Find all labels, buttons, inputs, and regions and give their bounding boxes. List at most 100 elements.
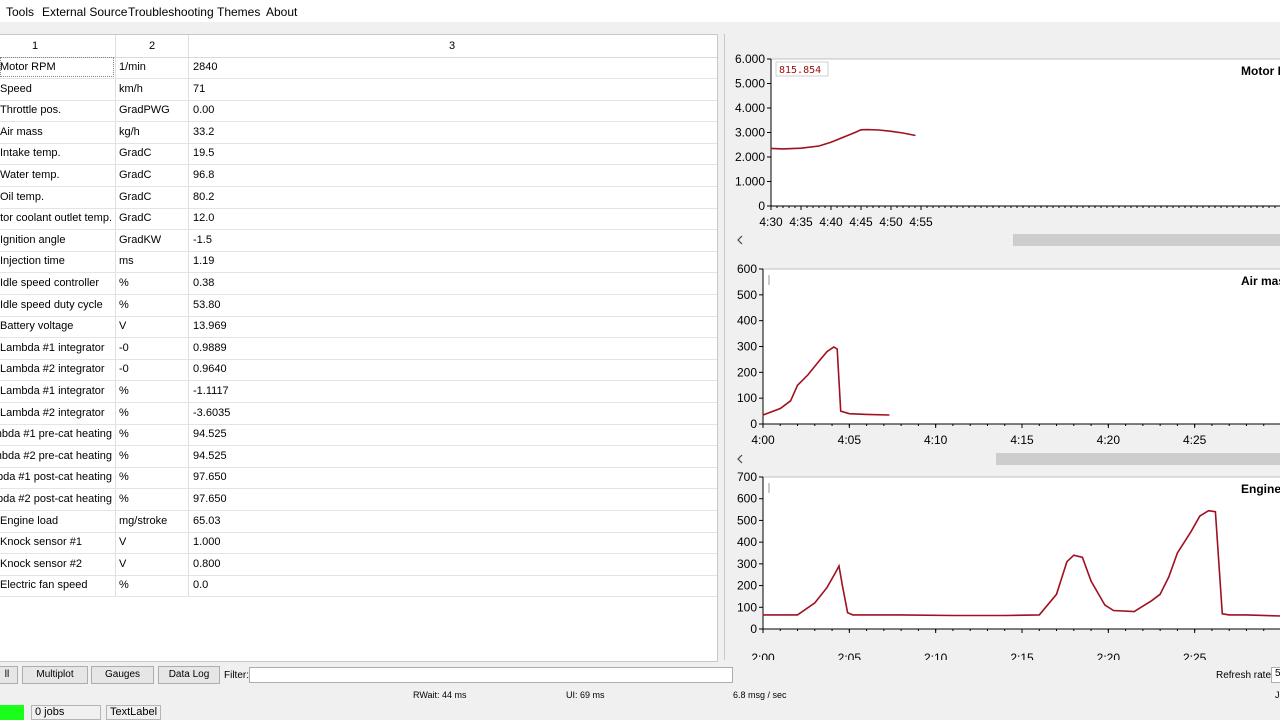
unit-cell: GradC (119, 147, 152, 160)
plot-0: 6.000 5.000 4.000 3.000 2.000 1.000 0 4:30 4:35 4… (733, 52, 1280, 247)
data-log-button[interactable]: Data Log (158, 666, 220, 684)
sensor-name: Engine load (0, 514, 59, 527)
table-row[interactable]: Intake temp. GradC 19.5 (0, 143, 717, 166)
menu-about[interactable]: About (266, 5, 297, 19)
table-row[interactable]: Lambda #1 post-cat heating% 97.650 (0, 467, 717, 490)
column-header-3[interactable]: 3 (449, 40, 455, 52)
table-row[interactable]: Lambda #2 integrator -0 0.9640 (0, 359, 717, 382)
scrollbar-thumb[interactable] (996, 453, 1280, 465)
all-button[interactable]: ll (0, 666, 18, 684)
sensor-name: Lambda #2 integrator (0, 406, 105, 419)
y-tick-label: 100 (737, 600, 757, 614)
data-point (1228, 614, 1230, 616)
filter-input[interactable] (249, 667, 733, 683)
plot-area (770, 58, 1280, 207)
table-row[interactable]: Lambda #1 integrator -0 0.9889 (0, 338, 717, 360)
y-tick-label: 500 (737, 513, 757, 527)
menu-themes[interactable]: Themes (217, 5, 260, 19)
sensor-name-cell: Knock sensor #1 (0, 532, 112, 553)
data-point (1199, 515, 1201, 517)
y-tick-label: 300 (737, 557, 757, 571)
table-row[interactable]: Lambda #2 post-cat heating% 97.650 (0, 489, 717, 511)
plot-1: 600 500 400 300 200 100 0 4:00 4:05 4:10 4:15 4:20 4… (733, 262, 1280, 466)
jobs-counter: 0 jobs (31, 705, 101, 720)
refresh-rate-input[interactable]: 5 (1271, 667, 1280, 683)
sensor-name-cell: Lambda #1 integrator (0, 381, 112, 402)
sensor-name: Water temp. (0, 169, 60, 181)
y-tick-label: 4.000 (735, 101, 765, 115)
sensor-name: Lambda #1 integrator (0, 385, 105, 397)
sensor-name: Idle speed duty cycle (0, 298, 103, 311)
table-row[interactable]: Throttle pos. GradPWG 0.00 (0, 100, 717, 123)
table-row[interactable]: Idle speed duty cycle% 53.80 (0, 295, 717, 317)
multiplot-button[interactable]: Multiplot (22, 666, 88, 684)
scrollbar-thumb[interactable] (1013, 234, 1280, 246)
selected-cell (0, 57, 114, 77)
table-row[interactable]: Water temp. GradC 96.8 (0, 165, 717, 187)
x-tick-label: 4:55 (909, 215, 933, 229)
table-row[interactable]: Knock sensor #1 V 1.000 (0, 532, 717, 555)
table-row[interactable]: Idle speed controller% 0.38 (0, 273, 717, 295)
x-tick-label: 2:20 (1097, 651, 1121, 660)
value-cell: 94.525 (193, 428, 227, 441)
data-point (1159, 593, 1161, 595)
column-header-2[interactable]: 2 (149, 40, 155, 52)
table-row[interactable]: Injection time ms 1.19 (0, 251, 717, 274)
data-point (807, 374, 809, 376)
value-cell: -3.6035 (193, 406, 231, 419)
menu-separator (0, 22, 1280, 32)
sensor-table[interactable]: 1 2 3 Motor RPM 1/min 2840 Speed km/h 71 Throt… (0, 34, 718, 662)
menu-external-source[interactable]: External Source (42, 5, 127, 19)
data-point (779, 407, 781, 410)
data-point (1190, 530, 1192, 532)
plot-title: Motor RPM (1241, 64, 1280, 78)
sensor-name: Lambda #1 pre-cat heating (0, 428, 112, 441)
table-row[interactable]: Lambda #2 pre-cat heating% 94.525 (0, 446, 717, 468)
unit-cell: % (119, 493, 129, 505)
table-row[interactable]: Knock sensor #2 V 0.800 (0, 554, 717, 576)
menu-troubleshooting[interactable]: Troubleshooting (128, 5, 214, 19)
table-row[interactable]: Lambda #1 pre-cat heating% 94.525 (0, 424, 717, 447)
sensor-name: Intake temp. (0, 147, 61, 160)
table-row[interactable]: Ignition angle GradKW -1.5 (0, 230, 717, 252)
table-row[interactable]: Air mass kg/h 33.2 (0, 122, 717, 144)
data-point (814, 602, 816, 604)
table-row[interactable]: Speed km/h 71 (0, 79, 717, 101)
column-header-1[interactable]: 1 (32, 40, 38, 52)
unit-cell: GradC (119, 190, 152, 203)
sensor-name-cell: Battery voltage (0, 316, 112, 337)
value-cell: 1.19 (193, 255, 215, 268)
data-point (796, 614, 799, 616)
table-row[interactable]: Lambda #2 integrator% -3.6035 (0, 403, 717, 425)
data-point (890, 130, 892, 132)
unit-cell: V (119, 557, 127, 570)
table-row[interactable]: Engine load mg/stroke 65.03 (0, 511, 717, 533)
sensor-name-cell: Idle speed duty cycle (0, 295, 112, 316)
unit-cell: % (119, 449, 129, 462)
sensor-name-cell: Air mass (0, 122, 112, 143)
y-tick-label: 100 (737, 391, 757, 405)
table-row[interactable]: Lambda #1 integrator% -1.1117 (0, 381, 717, 403)
menu-tools[interactable]: Tools (6, 5, 34, 19)
table-row[interactable]: Radiator coolant outlet temp. GradC 12.0 (0, 208, 717, 231)
gauges-button[interactable]: Gauges (91, 666, 154, 684)
plot-title: Engine load (1241, 482, 1280, 496)
sensor-name-cell: Engine load (0, 511, 112, 532)
sensor-name-cell: Intake temp. (0, 143, 112, 164)
data-point (902, 132, 904, 134)
y-tick-label: 6.000 (735, 52, 765, 66)
y-tick-label: 600 (737, 492, 757, 506)
rwait-readout: RWait: 44 ms (413, 690, 467, 700)
data-point (817, 361, 819, 363)
table-row[interactable]: Oil temp. GradC 80.2 (0, 187, 717, 209)
table-row[interactable]: Electric fan speed% 0.0 (0, 575, 717, 598)
plot-area (762, 476, 1280, 630)
sensor-name: Battery voltage (0, 320, 74, 333)
sensor-name: Oil temp. (0, 190, 45, 203)
data-point (782, 148, 784, 150)
x-tick-label: 4:00 (751, 433, 775, 447)
table-row[interactable]: Battery voltage V 13.969 (0, 316, 717, 339)
value-cell: 97.650 (193, 471, 227, 484)
x-tick-label: 4:40 (819, 215, 843, 229)
sensor-name-cell: Knock sensor #2 (0, 554, 112, 575)
